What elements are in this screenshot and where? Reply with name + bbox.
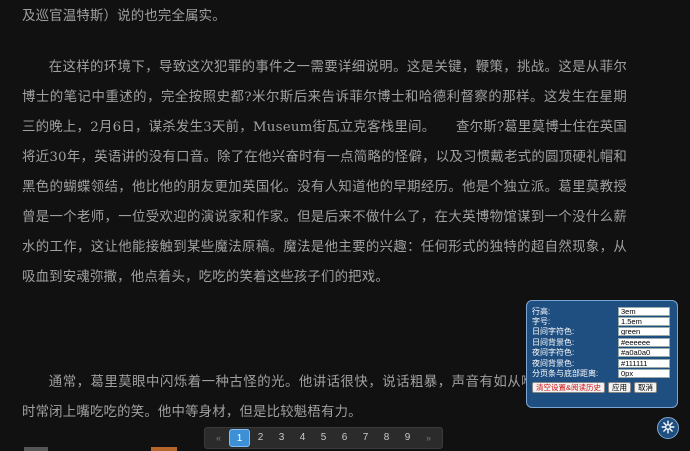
setting-label: 行高: bbox=[532, 306, 551, 316]
page-button-6[interactable]: 6 bbox=[334, 429, 355, 447]
setting-row-night-text-color: 夜间字符色: bbox=[532, 348, 672, 358]
setting-row-night-bg-color: 夜间背景色: bbox=[532, 358, 672, 368]
paragraph: 在这样的环境下，导致这次犯罪的事件之一需要详细说明。这是关键，鞭策，挑战。这是从… bbox=[22, 60, 627, 285]
page-button-8[interactable]: 8 bbox=[376, 429, 397, 447]
day-text-color-input[interactable] bbox=[618, 327, 670, 337]
prev-page-button[interactable]: « bbox=[208, 429, 229, 447]
setting-label: 日间背景色: bbox=[532, 337, 575, 347]
setting-row-day-bg-color: 日间背景色: bbox=[532, 337, 672, 347]
settings-toggle-button[interactable] bbox=[657, 417, 679, 439]
cancel-button[interactable]: 取消 bbox=[634, 381, 658, 393]
setting-label: 夜间背景色: bbox=[532, 358, 575, 368]
clear-settings-history-button[interactable]: 清空设置&阅读历史 bbox=[532, 381, 606, 393]
page-button-3[interactable]: 3 bbox=[271, 429, 292, 447]
settings-actions: 清空设置&阅读历史 应用 取消 bbox=[532, 381, 672, 393]
next-page-button[interactable]: » bbox=[418, 429, 439, 447]
setting-row-line-height: 行高: bbox=[532, 306, 672, 316]
setting-label: 分页条与底部距离: bbox=[532, 369, 599, 379]
line-height-input[interactable] bbox=[618, 306, 670, 316]
paragraph: 及巡官温特斯）说的也完全属实。 bbox=[22, 9, 226, 24]
page-button-9[interactable]: 9 bbox=[397, 429, 418, 447]
night-bg-color-input[interactable] bbox=[618, 358, 670, 368]
setting-row-font-size: 字号: bbox=[532, 316, 672, 326]
bottom-accent-block bbox=[151, 447, 177, 451]
day-bg-color-input[interactable] bbox=[618, 337, 670, 347]
night-text-color-input[interactable] bbox=[618, 348, 670, 358]
setting-label: 夜间字符色: bbox=[532, 348, 575, 358]
apply-button[interactable]: 应用 bbox=[608, 381, 632, 393]
settings-panel: 行高: 字号: 日间字符色: 日间背景色: 夜间字符色: 夜间背景色: 分页条与… bbox=[526, 300, 678, 408]
setting-row-pager-offset: 分页条与底部距离: bbox=[532, 368, 672, 378]
setting-label: 字号: bbox=[532, 317, 551, 327]
setting-row-day-text-color: 日间字符色: bbox=[532, 327, 672, 337]
bottom-left-block bbox=[24, 447, 48, 451]
page-button-2[interactable]: 2 bbox=[250, 429, 271, 447]
pager-offset-input[interactable] bbox=[618, 369, 670, 379]
setting-label: 日间字符色: bbox=[532, 327, 575, 337]
page-button-1[interactable]: 1 bbox=[229, 429, 250, 447]
gear-icon bbox=[661, 419, 675, 438]
page-button-5[interactable]: 5 bbox=[313, 429, 334, 447]
font-size-input[interactable] bbox=[618, 317, 670, 327]
page-button-4[interactable]: 4 bbox=[292, 429, 313, 447]
page-button-7[interactable]: 7 bbox=[355, 429, 376, 447]
pagination-bar: « 1 2 3 4 5 6 7 8 9 » bbox=[204, 427, 443, 449]
